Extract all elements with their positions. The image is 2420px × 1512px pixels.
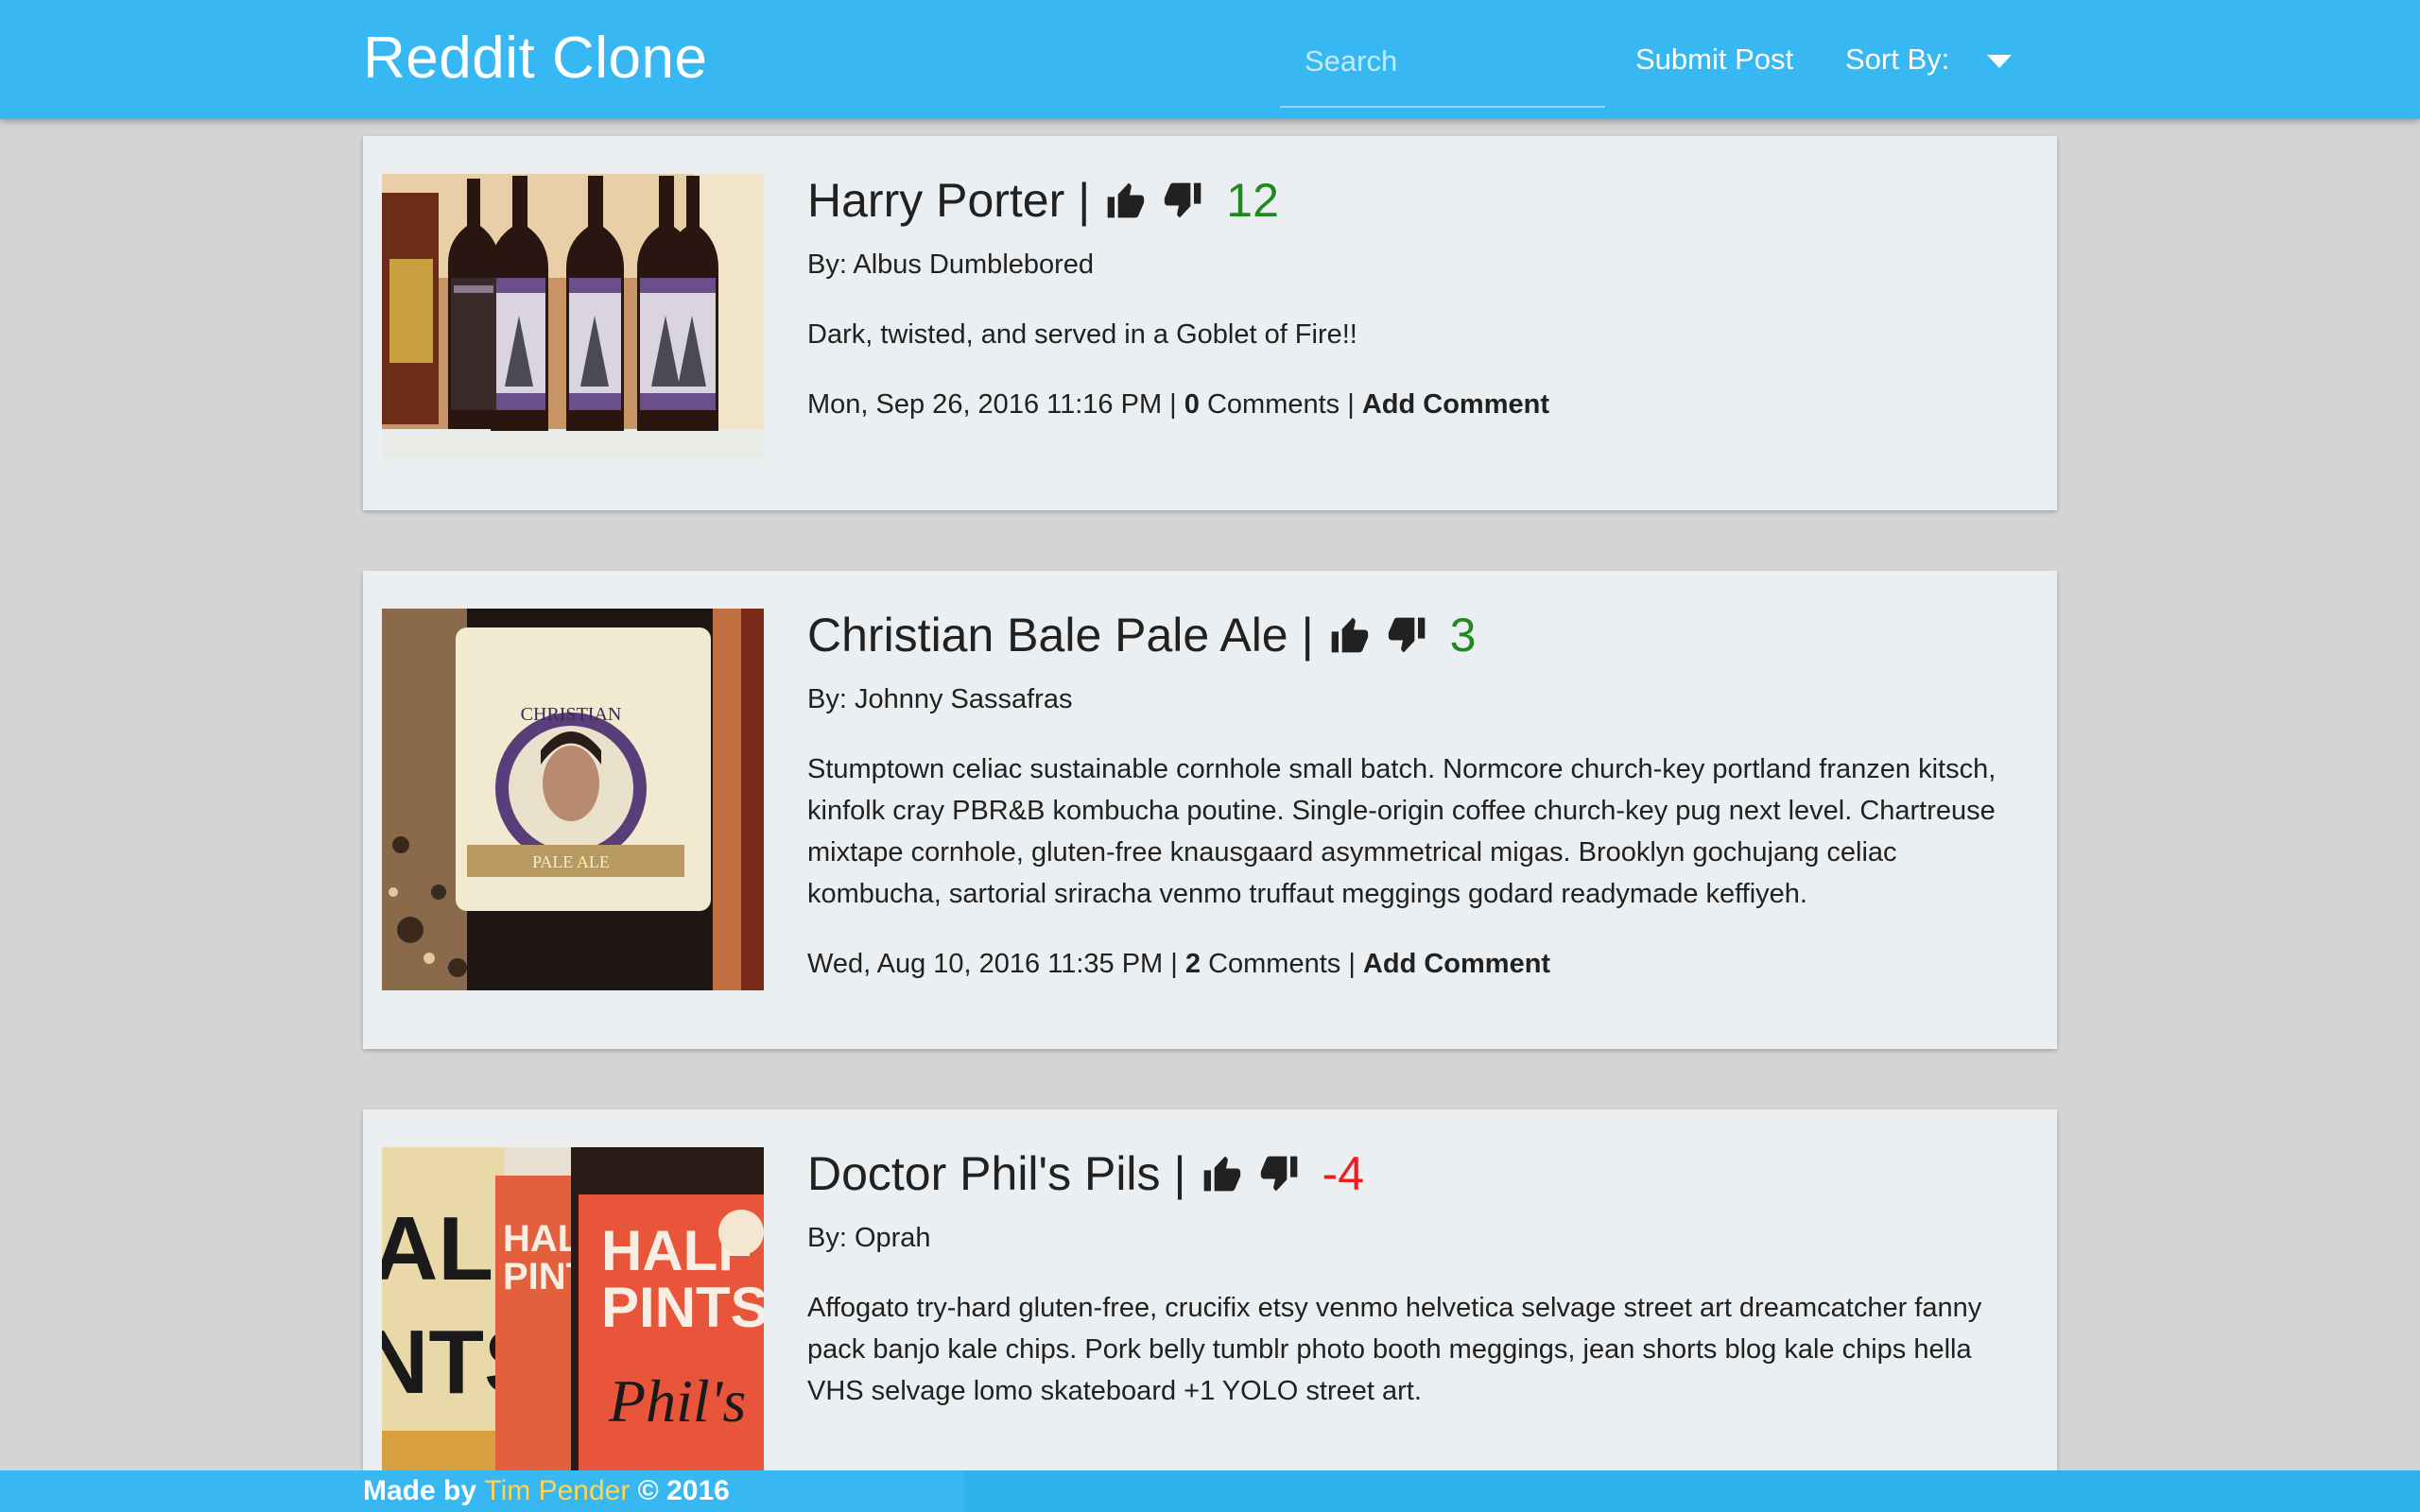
navbar: Reddit Clone Submit Post Sort By: [0, 0, 2420, 119]
svg-text:Phil's: Phil's [608, 1367, 746, 1435]
post-image [382, 174, 764, 459]
thumbs-down-icon[interactable] [1162, 180, 1205, 221]
post-date: Mon, Sep 26, 2016 11:16 PM [807, 389, 1163, 420]
footer-author-link[interactable]: Tim Pender [484, 1475, 630, 1506]
submit-post-link[interactable]: Submit Post [1635, 36, 1793, 83]
post-card: ALF NTS HALF PINTS HALF PINTS Phil's Doc… [363, 1109, 2057, 1487]
meta-separator: | [1347, 389, 1362, 420]
svg-text:PALE ALE: PALE ALE [532, 852, 610, 871]
post-title[interactable]: Harry Porter [807, 172, 1064, 229]
post-description: Stumptown celiac sustainable cornhole sm… [807, 754, 1996, 909]
post-description: Affogato try-hard gluten-free, crucifix … [807, 1293, 1982, 1406]
post-score: 3 [1449, 609, 1477, 662]
search-field [1280, 32, 1605, 108]
post-date: Wed, Aug 10, 2016 11:35 PM [807, 949, 1164, 979]
post-meta: Wed, Aug 10, 2016 11:35 PM | 2 Comments … [807, 943, 2029, 985]
post-description: Dark, twisted, and served in a Goblet of… [807, 319, 1357, 350]
post-score: -4 [1322, 1147, 1365, 1200]
thumbs-up-icon[interactable] [1103, 180, 1147, 221]
post-title-row: Christian Bale Pale Ale | 3 [807, 607, 2029, 663]
comments-link[interactable]: 2 Comments [1185, 949, 1340, 979]
footer-band [964, 1470, 2420, 1512]
post-author: By: Albus Dumblebored [807, 249, 1095, 280]
post-body: Christian Bale Pale Ale | 3 By: Johnny S… [807, 607, 2029, 985]
post-body: Doctor Phil's Pils | -4 By: Oprah Affoga… [807, 1145, 2029, 1412]
footer-credit: Made by Tim Pender © 2016 [363, 1474, 730, 1508]
footer-made-by: Made by [363, 1475, 477, 1506]
meta-separator: | [1169, 389, 1184, 420]
post-image: CHRISTIAN PALE ALE [382, 609, 764, 990]
comment-count: 2 [1184, 949, 1201, 979]
post-title[interactable]: Doctor Phil's Pils [807, 1145, 1161, 1202]
post-author: By: Oprah [807, 1223, 931, 1253]
post-title-row: Harry Porter | 12 [807, 172, 2029, 229]
sort-by-label[interactable]: Sort By: [1845, 36, 1949, 83]
meta-separator: | [1348, 949, 1363, 979]
title-separator: | [1078, 174, 1091, 227]
post-image: ALF NTS HALF PINTS HALF PINTS Phil's [382, 1147, 764, 1478]
thumbs-up-icon[interactable] [1327, 614, 1371, 656]
thumbs-up-icon[interactable] [1200, 1153, 1243, 1194]
title-separator: | [1301, 609, 1314, 662]
post-card: Harry Porter | 12 By: Albus Dumblebored … [363, 136, 2057, 510]
comment-count: 0 [1184, 389, 1200, 420]
brand-title[interactable]: Reddit Clone [363, 23, 707, 94]
caret-down-icon[interactable] [1987, 55, 2012, 68]
post-body: Harry Porter | 12 By: Albus Dumblebored … [807, 172, 2029, 425]
post-author: By: Johnny Sassafras [807, 684, 1073, 714]
thumbs-down-icon[interactable] [1258, 1153, 1302, 1194]
footer-copyright: © 2016 [637, 1475, 730, 1506]
svg-text:PINTS: PINTS [601, 1276, 764, 1339]
add-comment-link[interactable]: Add Comment [1363, 949, 1550, 979]
comments-link[interactable]: 0 Comments [1184, 389, 1340, 420]
svg-text:CHRISTIAN: CHRISTIAN [521, 704, 622, 725]
footer: Made by Tim Pender © 2016 [0, 1470, 2420, 1512]
post-title-row: Doctor Phil's Pils | -4 [807, 1145, 2029, 1202]
meta-separator: | [1170, 949, 1185, 979]
comments-label: Comments [1206, 389, 1340, 420]
search-input[interactable] [1280, 32, 1605, 91]
post-meta: Mon, Sep 26, 2016 11:16 PM | 0 Comments … [807, 384, 2029, 425]
post-title[interactable]: Christian Bale Pale Ale [807, 607, 1288, 663]
thumbs-down-icon[interactable] [1386, 614, 1429, 656]
comments-label: Comments [1208, 949, 1341, 979]
add-comment-link[interactable]: Add Comment [1362, 389, 1549, 420]
title-separator: | [1173, 1147, 1186, 1200]
post-score: 12 [1226, 174, 1279, 227]
post-card: CHRISTIAN PALE ALE Christian Bale Pale A… [363, 571, 2057, 1049]
